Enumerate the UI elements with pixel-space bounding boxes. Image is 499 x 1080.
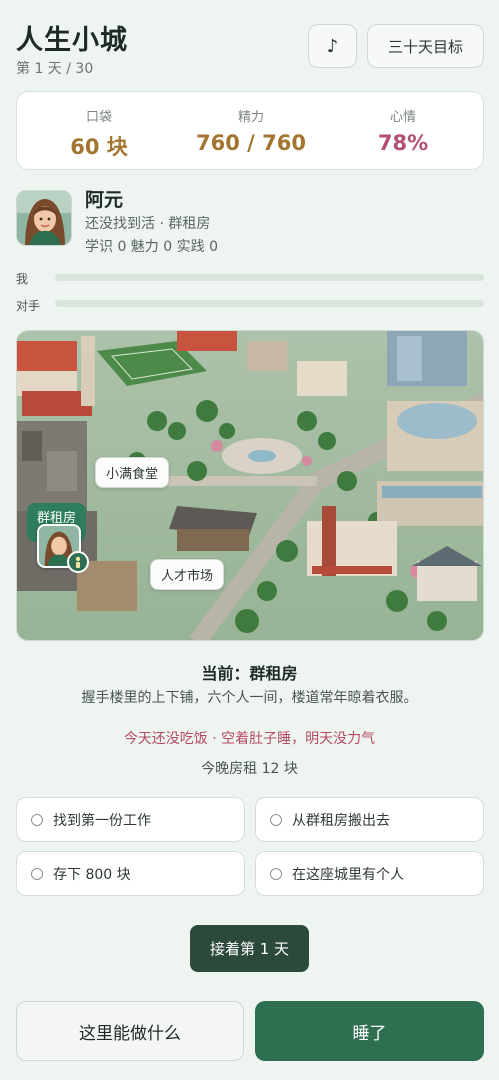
rival-progress-label: 对手	[16, 299, 41, 313]
goal-move-out[interactable]: 从群租房搬出去	[255, 797, 484, 842]
character-name: 阿元	[85, 189, 124, 211]
goal-save-money[interactable]: 存下 800 块	[16, 851, 245, 896]
town-map[interactable]: 小满食堂 人才市场 群租房	[16, 330, 484, 641]
energy-value: 760 / 760	[196, 131, 306, 155]
continue-day-button[interactable]: 接着第 1 天	[190, 925, 309, 972]
goal-find-job[interactable]: 找到第一份工作	[16, 797, 245, 842]
mood-stat: 心情 78%	[325, 92, 481, 155]
energy-label: 精力	[237, 110, 264, 125]
me-progress-bar	[55, 274, 484, 281]
avatar[interactable]	[16, 190, 72, 246]
map-place-job-market[interactable]: 人才市场	[150, 559, 225, 590]
avatar-portrait-icon	[17, 191, 71, 245]
mood-value: 78%	[377, 131, 429, 155]
current-location-title: 当前：群租房	[201, 664, 298, 683]
character-status: 还没找到活 · 群租房	[85, 216, 211, 232]
goal-label: 从群租房搬出去	[292, 812, 390, 829]
money-label: 口袋	[85, 110, 112, 125]
hunger-warning: 今天还没吃饭 · 空着肚子睡，明天没力气	[123, 731, 376, 747]
location-description: 握手楼里的上下铺，六个人一间，楼道常年晾着衣服。	[81, 690, 418, 706]
goal-find-someone[interactable]: 在这座城里有个人	[255, 851, 484, 896]
music-button[interactable]: ♪	[308, 24, 357, 68]
music-note-icon: ♪	[326, 35, 339, 57]
money-value: 60 块	[70, 135, 128, 159]
radio-icon	[270, 867, 282, 880]
stats-card: 口袋 60 块 精力 760 / 760 心情 78%	[16, 91, 484, 170]
rent-notice: 今晚房租 12 块	[201, 761, 298, 777]
app-title: 人生小城	[16, 25, 128, 56]
radio-icon	[31, 867, 43, 880]
goal-label: 在这座城里有个人	[292, 866, 404, 883]
radio-icon	[31, 813, 43, 826]
person-icon	[67, 551, 89, 573]
goal-label: 存下 800 块	[53, 866, 131, 883]
rival-progress-bar	[55, 300, 484, 307]
map-place-canteen[interactable]: 小满食堂	[95, 457, 170, 488]
goal-label: 找到第一份工作	[53, 812, 151, 829]
thirty-day-goal-button[interactable]: 三十天目标	[367, 24, 484, 68]
mood-label: 心情	[389, 110, 416, 125]
town-map-illustration	[17, 331, 483, 640]
radio-icon	[270, 813, 282, 826]
me-progress-label: 我	[16, 272, 29, 286]
energy-stat: 精力 760 / 760	[173, 92, 329, 155]
money-stat: 口袋 60 块	[21, 92, 177, 161]
sleep-button[interactable]: 睡了	[255, 1001, 484, 1061]
character-attributes: 学识 0 魅力 0 实践 0	[85, 239, 218, 255]
day-counter: 第 1 天 / 30	[16, 61, 94, 77]
explore-actions-button[interactable]: 这里能做什么	[16, 1001, 244, 1061]
